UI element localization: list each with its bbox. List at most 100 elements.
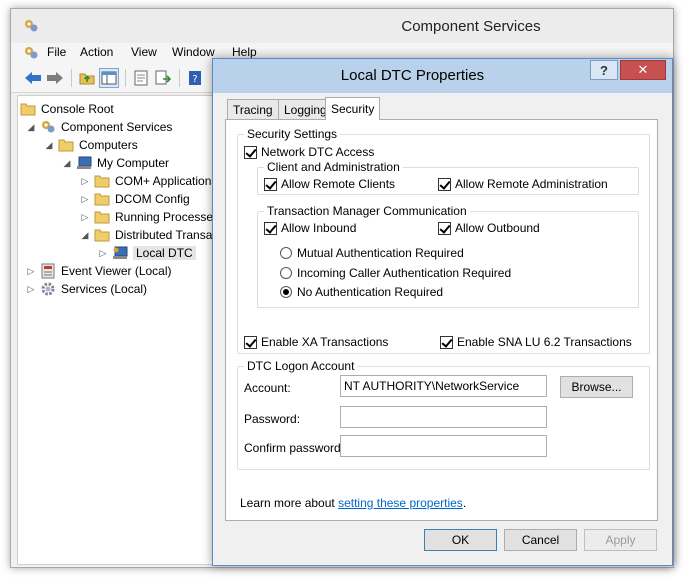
checkbox-label: Enable SNA LU 6.2 Transactions <box>457 335 632 349</box>
enable-sna-transactions-checkbox[interactable]: Enable SNA LU 6.2 Transactions <box>440 335 632 349</box>
enable-xa-transactions-checkbox[interactable]: Enable XA Transactions <box>244 335 388 349</box>
setting-these-properties-link[interactable]: setting these properties <box>338 496 463 510</box>
checkbox-box[interactable] <box>264 177 277 191</box>
collapse-arrow-icon[interactable]: ◢ <box>62 158 72 169</box>
network-dtc-access-checkbox[interactable]: Network DTC Access <box>244 145 374 159</box>
no-authentication-radio[interactable]: No Authentication Required <box>280 285 443 299</box>
password-label: Password: <box>244 412 301 426</box>
password-field[interactable] <box>340 406 547 428</box>
security-settings-group: Security Settings Network DTC Access Cli… <box>237 127 650 354</box>
radio-label: No Authentication Required <box>297 285 444 299</box>
group-label: Transaction Manager Communication <box>264 204 470 218</box>
tree-item-label: Event Viewer (Local) <box>61 264 172 278</box>
radio-circle[interactable] <box>280 247 292 259</box>
forward-arrow-icon[interactable] <box>45 68 65 88</box>
tree-item-label: Services (Local) <box>61 282 148 296</box>
help-book-icon[interactable]: ? <box>185 68 205 88</box>
radio-circle[interactable] <box>280 286 292 298</box>
tree-item-label: COM+ Applications <box>115 174 218 188</box>
tab-security[interactable]: Security <box>325 97 381 120</box>
properties-sheet-icon[interactable] <box>131 68 151 88</box>
folder-icon <box>94 192 110 206</box>
tree-item-running-processes[interactable]: ▷ Running Processes <box>80 208 220 226</box>
checkbox-box[interactable] <box>244 335 257 349</box>
checkbox-box[interactable] <box>244 145 257 159</box>
incoming-caller-authentication-radio[interactable]: Incoming Caller Authentication Required <box>280 266 511 280</box>
expand-arrow-icon[interactable]: ▷ <box>80 212 90 223</box>
learn-more-prefix: Learn more about <box>240 496 339 510</box>
checkbox-box[interactable] <box>264 221 277 235</box>
collapse-arrow-icon[interactable]: ◢ <box>26 122 36 133</box>
client-admin-group: Client and Administration Allow Remote C… <box>257 160 639 195</box>
checkbox-label: Network DTC Access <box>261 145 375 159</box>
expand-arrow-icon[interactable]: ▷ <box>80 176 90 187</box>
collapse-arrow-icon[interactable]: ◢ <box>80 230 90 241</box>
expand-arrow-icon[interactable]: ▷ <box>80 194 90 205</box>
allow-inbound-checkbox[interactable]: Allow Inbound <box>264 221 356 235</box>
tree-item-label: Computers <box>79 138 138 152</box>
cancel-button[interactable]: Cancel <box>504 529 577 551</box>
radio-circle[interactable] <box>280 267 292 279</box>
tree-item-dcom-config[interactable]: ▷ DCOM Config <box>80 190 190 208</box>
back-arrow-icon[interactable] <box>23 68 43 88</box>
dtc-icon <box>112 246 128 260</box>
allow-remote-administration-checkbox[interactable]: Allow Remote Administration <box>438 177 608 191</box>
tree-item-my-computer[interactable]: ◢ My Computer <box>62 154 170 172</box>
transaction-manager-communication-group: Transaction Manager Communication Allow … <box>257 204 639 308</box>
confirm-password-field[interactable] <box>340 435 547 457</box>
menu-view[interactable]: View <box>131 45 157 59</box>
up-folder-icon[interactable] <box>77 68 97 88</box>
tree-item-com-plus[interactable]: ▷ COM+ Applications <box>80 172 218 190</box>
dialog-title: Local DTC Properties <box>340 67 485 84</box>
allow-outbound-checkbox[interactable]: Allow Outbound <box>438 221 540 235</box>
folder-icon <box>94 210 110 224</box>
toolbar-separator <box>71 69 72 87</box>
tree-item-services[interactable]: ▷ Services (Local) <box>26 280 148 298</box>
checkbox-label: Allow Inbound <box>281 221 357 235</box>
mmc-titlebar[interactable]: Component Services <box>11 9 673 43</box>
menu-file[interactable]: File <box>47 45 66 59</box>
toolbar-separator <box>125 69 126 87</box>
tree-item-event-viewer[interactable]: ▷ Event Viewer (Local) <box>26 262 172 280</box>
group-label: DTC Logon Account <box>244 359 358 373</box>
tree-item-component-services[interactable]: ◢ Component Services <box>26 118 173 136</box>
folder-icon <box>94 174 110 188</box>
tree-item-distributed-transaction-coordinator[interactable]: ◢ Distributed Transaction Coordinator <box>80 226 226 244</box>
group-label: Client and Administration <box>264 160 403 174</box>
tree-item-local-dtc[interactable]: ▷ Local DTC <box>98 244 196 262</box>
menu-window[interactable]: Window <box>172 45 215 59</box>
tab-tracing[interactable]: Tracing <box>227 99 279 119</box>
dialog-titlebar[interactable]: Local DTC Properties ? ✕ <box>213 59 672 93</box>
tree-item-console-root[interactable]: Console Root <box>20 100 114 118</box>
expand-arrow-icon[interactable]: ▷ <box>26 266 36 277</box>
expand-arrow-icon[interactable]: ▷ <box>98 248 108 259</box>
mutual-authentication-radio[interactable]: Mutual Authentication Required <box>280 246 464 260</box>
help-button[interactable]: ? <box>590 60 618 80</box>
export-list-icon[interactable] <box>153 68 173 88</box>
allow-remote-clients-checkbox[interactable]: Allow Remote Clients <box>264 177 395 191</box>
account-field[interactable]: NT AUTHORITY\NetworkService <box>340 375 547 397</box>
apply-button[interactable]: Apply <box>584 529 657 551</box>
component-services-icon <box>40 119 56 135</box>
dialog-body: Tracing Logging Security Security Settin… <box>213 93 672 565</box>
menu-help[interactable]: Help <box>232 45 257 59</box>
menu-action[interactable]: Action <box>80 45 113 59</box>
show-hide-tree-icon[interactable] <box>99 68 119 88</box>
tree-item-label: Component Services <box>61 120 173 134</box>
browse-button[interactable]: Browse... <box>560 376 633 398</box>
expand-arrow-icon[interactable]: ▷ <box>26 284 36 295</box>
close-button[interactable]: ✕ <box>620 60 666 80</box>
checkbox-box[interactable] <box>438 221 451 235</box>
checkbox-box[interactable] <box>440 335 453 349</box>
checkbox-label: Allow Outbound <box>455 221 540 235</box>
tree-item-label: Distributed Transaction Coordinator <box>115 228 226 242</box>
checkbox-box[interactable] <box>438 177 451 191</box>
security-tab-panel: Security Settings Network DTC Access Cli… <box>225 119 658 521</box>
component-services-icon[interactable] <box>23 45 39 64</box>
collapse-arrow-icon[interactable]: ◢ <box>44 140 54 151</box>
ok-button[interactable]: OK <box>424 529 497 551</box>
services-gear-icon <box>40 281 56 297</box>
tree-item-computers[interactable]: ◢ Computers <box>44 136 138 154</box>
folder-icon <box>20 102 36 116</box>
confirm-password-label: Confirm password: <box>244 441 345 455</box>
